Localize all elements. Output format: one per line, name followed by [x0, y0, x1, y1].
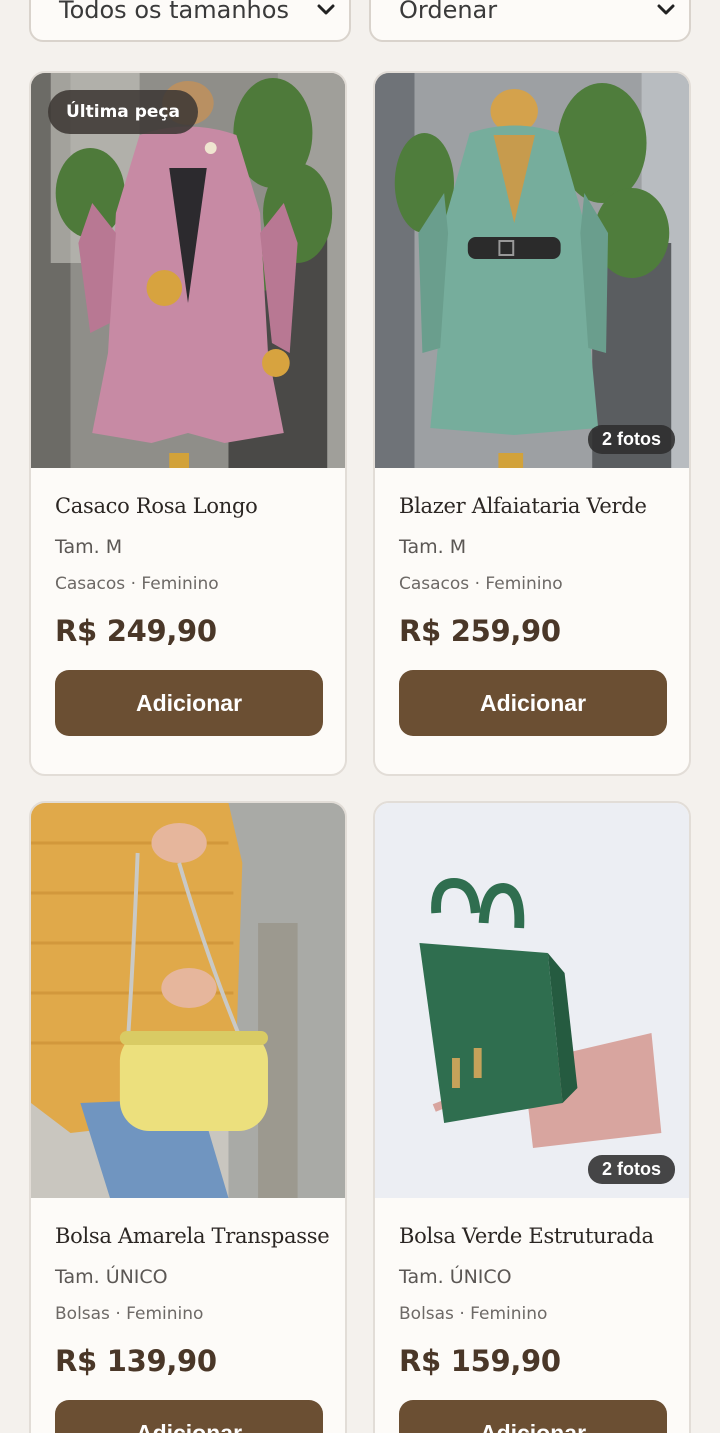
product-gender: Feminino: [485, 574, 563, 594]
category-separator: ·: [474, 574, 480, 594]
product-gender: Feminino: [470, 1304, 548, 1324]
product-size: Tam. M: [55, 536, 123, 558]
category-separator: ·: [130, 574, 136, 594]
product-name[interactable]: Casaco Rosa Longo: [55, 494, 321, 518]
product-price: R$ 259,90: [399, 614, 561, 648]
product-gender: Feminino: [126, 1304, 204, 1324]
add-to-cart-button[interactable]: Adicionar: [399, 670, 667, 736]
chevron-down-icon: [317, 4, 335, 15]
sort-select[interactable]: Ordenar: [369, 0, 691, 42]
catalog-page: Todos os tamanhos Ordenar Última peça Ca…: [0, 0, 720, 1433]
category-separator: ·: [459, 1304, 465, 1324]
product-categories: Bolsas · Feminino: [399, 1304, 665, 1324]
green-bag-image: [375, 803, 689, 1198]
size-filter-value: Todos os tamanhos: [59, 0, 289, 24]
product-card[interactable]: 2 fotos Bolsa Verde Estruturada Tam. ÚNI…: [373, 801, 691, 1433]
product-size: Tam. ÚNICO: [55, 1266, 168, 1288]
add-to-cart-button[interactable]: Adicionar: [55, 670, 323, 736]
product-photo[interactable]: 2 fotos: [375, 803, 689, 1198]
add-to-cart-button[interactable]: Adicionar: [399, 1400, 667, 1433]
product-photo[interactable]: 2 fotos: [375, 73, 689, 468]
product-size: Tam. M: [399, 536, 467, 558]
product-name[interactable]: Blazer Alfaiataria Verde: [399, 494, 665, 518]
size-filter-select[interactable]: Todos os tamanhos: [29, 0, 351, 42]
chevron-down-icon: [657, 4, 675, 15]
product-category: Bolsas: [55, 1304, 110, 1324]
product-category: Bolsas: [399, 1304, 454, 1324]
product-category: Casacos: [55, 574, 126, 594]
product-photo[interactable]: Última peça: [31, 73, 345, 468]
product-photo[interactable]: [31, 803, 345, 1198]
product-name[interactable]: Bolsa Verde Estruturada: [399, 1224, 665, 1248]
product-name[interactable]: Bolsa Amarela Transpasse: [55, 1224, 330, 1248]
last-piece-badge: Última peça: [48, 90, 198, 134]
product-categories: Bolsas · Feminino: [55, 1304, 321, 1324]
product-card[interactable]: 2 fotos Blazer Alfaiataria Verde Tam. M …: [373, 71, 691, 776]
product-categories: Casacos · Feminino: [55, 574, 321, 594]
product-price: R$ 159,90: [399, 1344, 561, 1378]
product-price: R$ 249,90: [55, 614, 217, 648]
product-card[interactable]: Última peça Casaco Rosa Longo Tam. M Cas…: [29, 71, 347, 776]
green-blazer-image: [375, 73, 689, 468]
add-to-cart-button[interactable]: Adicionar: [55, 1400, 323, 1433]
product-size: Tam. ÚNICO: [399, 1266, 512, 1288]
sort-value: Ordenar: [399, 0, 498, 24]
product-price: R$ 139,90: [55, 1344, 217, 1378]
product-categories: Casacos · Feminino: [399, 574, 665, 594]
yellow-bag-image: [31, 803, 345, 1198]
product-category: Casacos: [399, 574, 470, 594]
category-separator: ·: [115, 1304, 121, 1324]
product-card[interactable]: Bolsa Amarela Transpasse Tam. ÚNICO Bols…: [29, 801, 347, 1433]
product-gender: Feminino: [141, 574, 219, 594]
photo-count-badge: 2 fotos: [587, 425, 675, 454]
photo-count-badge: 2 fotos: [587, 1155, 675, 1184]
